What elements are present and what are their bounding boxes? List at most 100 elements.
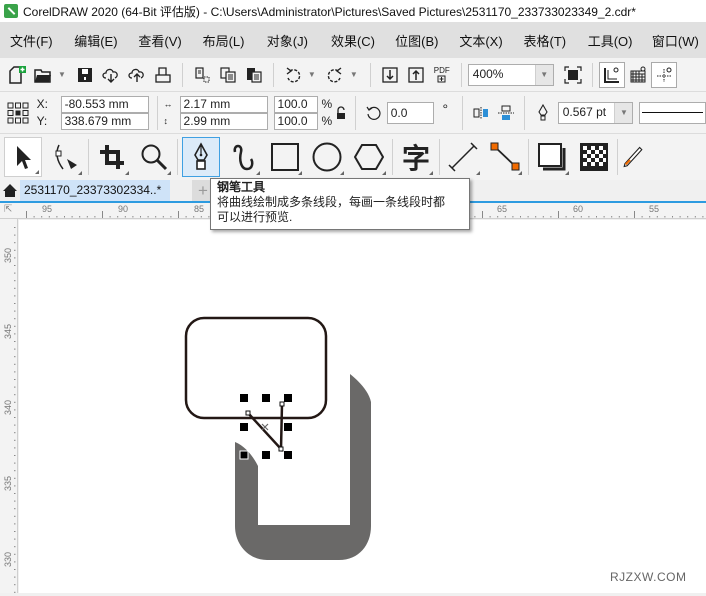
selection-handle[interactable]	[239, 450, 249, 460]
ruler-tick	[155, 216, 157, 218]
zoom-level-value[interactable]: 400%	[469, 65, 535, 85]
menu-text[interactable]: 文本(X)	[449, 31, 513, 50]
show-rulers-icon[interactable]	[598, 61, 625, 88]
path-node[interactable]	[245, 410, 251, 416]
ruler-label: 90	[118, 204, 129, 214]
ruler-tick	[626, 216, 628, 218]
selection-handle[interactable]	[240, 423, 248, 431]
show-grid-icon[interactable]	[625, 62, 651, 88]
cloud-upload-icon[interactable]	[124, 62, 150, 88]
path-node[interactable]	[278, 446, 284, 452]
path-node[interactable]	[279, 401, 285, 407]
width-input[interactable]: 2.17 mm	[179, 95, 268, 113]
selection-handle[interactable]	[284, 423, 292, 431]
ruler-tick	[504, 216, 506, 218]
toolbar-separator	[524, 95, 526, 130]
undo-icon[interactable]	[280, 62, 306, 88]
text-tool[interactable]: 字	[397, 137, 435, 177]
scale-y-input[interactable]: 100.0	[273, 112, 318, 130]
crop-tool[interactable]	[93, 137, 131, 177]
outline-width-combo[interactable]: 0.567 pt ▼	[557, 101, 634, 124]
ruler-tick	[558, 211, 559, 218]
toolbox-separator	[177, 139, 178, 175]
ruler-tick	[14, 287, 16, 289]
outline-width-value[interactable]: 0.567 pt	[559, 103, 615, 123]
ellipse-tool[interactable]	[308, 137, 346, 177]
menu-effects[interactable]: 效果(C)	[321, 31, 385, 50]
scale-x-input[interactable]: 100.0	[273, 95, 318, 113]
selection-handle[interactable]	[284, 451, 292, 459]
zoom-level-combo[interactable]: 400% ▼	[467, 63, 554, 86]
line-style-selector[interactable]	[639, 101, 706, 124]
ruler-tick	[702, 216, 704, 218]
ruler-tick	[14, 363, 16, 365]
mirror-vertical-icon[interactable]	[494, 100, 519, 126]
degree-label: °	[442, 100, 449, 117]
freehand-curve-tool[interactable]	[224, 137, 262, 177]
menu-table[interactable]: 表格(T)	[514, 31, 578, 50]
ruler-tick	[14, 295, 16, 297]
redo-icon[interactable]	[322, 62, 348, 88]
welcome-screen-home-icon[interactable]	[0, 180, 20, 201]
export-icon[interactable]	[403, 62, 429, 88]
rounded-rectangle[interactable]	[184, 316, 328, 420]
vertical-ruler[interactable]: 350 345 340 335 330	[0, 219, 18, 593]
open-folder-icon[interactable]	[30, 62, 56, 88]
mirror-horizontal-icon[interactable]	[469, 100, 494, 126]
shape-tool[interactable]	[46, 137, 84, 177]
menu-tools[interactable]: 工具(O)	[578, 31, 642, 50]
pick-tool[interactable]	[4, 137, 42, 177]
selection-handle[interactable]	[262, 394, 270, 402]
publish-pdf-icon[interactable]: PDF	[429, 62, 455, 88]
polygon-tool[interactable]	[350, 137, 388, 177]
ruler-tick	[550, 216, 552, 218]
pen-tool[interactable]	[182, 137, 220, 177]
import-icon[interactable]	[377, 62, 403, 88]
rotation-angle-input[interactable]: 0.0	[386, 101, 435, 124]
menu-layout[interactable]: 布局(L)	[193, 31, 257, 50]
outline-width-dropdown-arrow[interactable]: ▼	[614, 102, 633, 123]
new-document-icon[interactable]	[4, 62, 30, 88]
menu-bar: 文件(F) 编辑(E) 查看(V) 布局(L) 对象(J) 效果(C) 位图(B…	[0, 22, 706, 58]
drop-shadow-tool[interactable]	[533, 137, 571, 177]
selection-handle[interactable]	[262, 451, 270, 459]
reference-point-icon[interactable]	[6, 100, 31, 126]
save-icon[interactable]	[72, 62, 98, 88]
copy-icon[interactable]	[215, 62, 241, 88]
transparency-tool[interactable]	[575, 137, 613, 177]
drawing-canvas[interactable]	[19, 220, 706, 593]
x-position-input[interactable]: -80.553 mm	[60, 95, 149, 113]
selection-handle[interactable]	[240, 394, 248, 402]
menu-view[interactable]: 查看(V)	[128, 31, 192, 50]
parallel-dimension-tool[interactable]	[444, 137, 482, 177]
cloud-download-icon[interactable]	[98, 62, 124, 88]
ruler-tick	[14, 348, 16, 350]
document-tab[interactable]: 2531170_23373302334..*	[20, 180, 170, 201]
cut-icon[interactable]	[189, 62, 215, 88]
rectangle-tool[interactable]	[266, 137, 304, 177]
connector-tool[interactable]	[486, 137, 524, 177]
lock-ratio-icon[interactable]	[332, 100, 349, 126]
redo-dropdown-arrow[interactable]: ▼	[350, 70, 358, 79]
menu-window[interactable]: 窗口(W)	[642, 31, 706, 50]
menu-edit[interactable]: 编辑(E)	[64, 31, 128, 50]
menu-file[interactable]: 文件(F)	[0, 31, 64, 50]
print-icon[interactable]	[150, 62, 176, 88]
height-input[interactable]: 2.99 mm	[179, 112, 268, 130]
undo-dropdown-arrow[interactable]: ▼	[308, 70, 316, 79]
y-position-input[interactable]: 338.679 mm	[60, 112, 149, 130]
ruler-tick	[102, 211, 103, 218]
toolbox-separator	[617, 139, 618, 175]
full-screen-preview-icon[interactable]	[560, 62, 586, 88]
zoom-dropdown-arrow[interactable]: ▼	[534, 64, 553, 85]
open-dropdown-arrow[interactable]: ▼	[58, 70, 66, 79]
zoom-tool[interactable]	[135, 137, 173, 177]
menu-bitmaps[interactable]: 位图(B)	[385, 31, 449, 50]
menu-object[interactable]: 对象(J)	[257, 31, 321, 50]
ruler-tick	[687, 216, 689, 218]
ruler-tick	[527, 216, 529, 218]
show-guidelines-icon[interactable]	[650, 61, 677, 88]
selection-handle[interactable]	[284, 394, 292, 402]
eyedropper-tool[interactable]	[622, 137, 644, 177]
paste-icon[interactable]	[241, 62, 267, 88]
